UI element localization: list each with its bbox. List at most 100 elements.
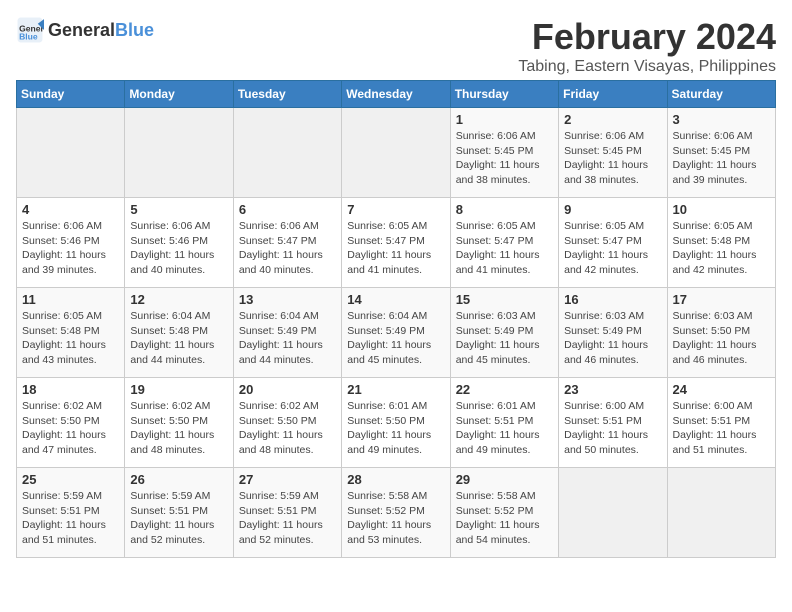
day-detail: Sunrise: 5:58 AMSunset: 5:52 PMDaylight:… [456, 489, 553, 548]
calendar-cell: 2 Sunrise: 6:06 AMSunset: 5:45 PMDaylight… [559, 108, 667, 198]
day-number: 17 [673, 292, 770, 307]
calendar-cell [17, 108, 125, 198]
day-number: 3 [673, 112, 770, 127]
calendar-cell: 5Sunrise: 6:06 AMSunset: 5:46 PMDaylight… [125, 198, 233, 288]
day-number: 25 [22, 472, 119, 487]
calendar-cell: 24 Sunrise: 6:00 AMSunset: 5:51 PMDayligh… [667, 378, 775, 468]
day-detail: Sunrise: 6:04 AMSunset: 5:49 PMDaylight:… [347, 309, 444, 368]
calendar-cell: 13 Sunrise: 6:04 AMSunset: 5:49 PMDayligh… [233, 288, 341, 378]
day-detail: Sunrise: 6:02 AMSunset: 5:50 PMDaylight:… [22, 399, 119, 458]
day-number: 9 [564, 202, 661, 217]
day-header-thursday: Thursday [450, 81, 558, 108]
day-detail: Sunrise: 6:00 AMSunset: 5:51 PMDaylight:… [673, 399, 770, 458]
day-detail: Sunrise: 5:59 AMSunset: 5:51 PMDaylight:… [130, 489, 227, 548]
day-detail: Sunrise: 6:01 AMSunset: 5:51 PMDaylight:… [456, 399, 553, 458]
day-detail: Sunrise: 6:02 AMSunset: 5:50 PMDaylight:… [130, 399, 227, 458]
day-header-wednesday: Wednesday [342, 81, 450, 108]
day-detail: Sunrise: 6:04 AMSunset: 5:49 PMDaylight:… [239, 309, 336, 368]
calendar-cell: 19 Sunrise: 6:02 AMSunset: 5:50 PMDayligh… [125, 378, 233, 468]
calendar-cell: 12 Sunrise: 6:04 AMSunset: 5:48 PMDayligh… [125, 288, 233, 378]
day-number: 19 [130, 382, 227, 397]
day-detail: Sunrise: 6:03 AMSunset: 5:50 PMDaylight:… [673, 309, 770, 368]
calendar-header: SundayMondayTuesdayWednesdayThursdayFrid… [17, 81, 776, 108]
day-number: 27 [239, 472, 336, 487]
week-row-2: 11 Sunrise: 6:05 AMSunset: 5:48 PMDayligh… [17, 288, 776, 378]
calendar-cell: 11 Sunrise: 6:05 AMSunset: 5:48 PMDayligh… [17, 288, 125, 378]
day-detail: Sunrise: 6:02 AMSunset: 5:50 PMDaylight:… [239, 399, 336, 458]
day-number: 10 [673, 202, 770, 217]
day-detail: Sunrise: 6:05 AMSunset: 5:47 PMDaylight:… [347, 219, 444, 278]
calendar-cell [667, 468, 775, 558]
day-detail: Sunrise: 6:05 AMSunset: 5:48 PMDaylight:… [22, 309, 119, 368]
day-detail: Sunrise: 6:06 AMSunset: 5:45 PMDaylight:… [564, 129, 661, 188]
calendar-cell: 22 Sunrise: 6:01 AMSunset: 5:51 PMDayligh… [450, 378, 558, 468]
calendar-cell: 15 Sunrise: 6:03 AMSunset: 5:49 PMDayligh… [450, 288, 558, 378]
day-header-friday: Friday [559, 81, 667, 108]
calendar-cell: 1Sunrise: 6:06 AMSunset: 5:45 PMDaylight… [450, 108, 558, 198]
day-detail: Sunrise: 6:06 AMSunset: 5:45 PMDaylight:… [456, 129, 553, 188]
day-detail: Sunrise: 6:00 AMSunset: 5:51 PMDaylight:… [564, 399, 661, 458]
calendar-cell [233, 108, 341, 198]
day-number: 21 [347, 382, 444, 397]
logo-general-text: GeneralBlue [48, 20, 154, 41]
calendar-cell: 26 Sunrise: 5:59 AMSunset: 5:51 PMDayligh… [125, 468, 233, 558]
calendar-cell: 18 Sunrise: 6:02 AMSunset: 5:50 PMDayligh… [17, 378, 125, 468]
title-area: February 2024 Tabing, Eastern Visayas, P… [518, 16, 776, 76]
day-number: 24 [673, 382, 770, 397]
day-number: 6 [239, 202, 336, 217]
month-year: February 2024 [518, 16, 776, 58]
day-number: 18 [22, 382, 119, 397]
calendar-cell [559, 468, 667, 558]
svg-text:Blue: Blue [19, 31, 38, 41]
calendar-cell: 21 Sunrise: 6:01 AMSunset: 5:50 PMDayligh… [342, 378, 450, 468]
calendar-cell [125, 108, 233, 198]
header: General Blue GeneralBlue February 2024 T… [16, 16, 776, 76]
day-detail: Sunrise: 6:05 AMSunset: 5:47 PMDaylight:… [456, 219, 553, 278]
day-header-monday: Monday [125, 81, 233, 108]
day-detail: Sunrise: 6:05 AMSunset: 5:47 PMDaylight:… [564, 219, 661, 278]
day-number: 13 [239, 292, 336, 307]
week-row-3: 18 Sunrise: 6:02 AMSunset: 5:50 PMDayligh… [17, 378, 776, 468]
calendar-body: 1Sunrise: 6:06 AMSunset: 5:45 PMDaylight… [17, 108, 776, 558]
calendar-cell: 17 Sunrise: 6:03 AMSunset: 5:50 PMDayligh… [667, 288, 775, 378]
calendar-cell: 16 Sunrise: 6:03 AMSunset: 5:49 PMDayligh… [559, 288, 667, 378]
day-header-tuesday: Tuesday [233, 81, 341, 108]
calendar-cell: 14Sunrise: 6:04 AMSunset: 5:49 PMDayligh… [342, 288, 450, 378]
logo-icon: General Blue [16, 16, 44, 44]
day-number: 15 [456, 292, 553, 307]
calendar-cell: 9 Sunrise: 6:05 AMSunset: 5:47 PMDaylight… [559, 198, 667, 288]
day-detail: Sunrise: 6:03 AMSunset: 5:49 PMDaylight:… [456, 309, 553, 368]
logo: General Blue GeneralBlue [16, 16, 154, 44]
week-row-1: 4 Sunrise: 6:06 AMSunset: 5:46 PMDaylight… [17, 198, 776, 288]
calendar-cell: 27 Sunrise: 5:59 AMSunset: 5:51 PMDayligh… [233, 468, 341, 558]
day-number: 16 [564, 292, 661, 307]
day-number: 29 [456, 472, 553, 487]
day-header-saturday: Saturday [667, 81, 775, 108]
day-detail: Sunrise: 6:06 AMSunset: 5:46 PMDaylight:… [22, 219, 119, 278]
day-detail: Sunrise: 6:03 AMSunset: 5:49 PMDaylight:… [564, 309, 661, 368]
location: Tabing, Eastern Visayas, Philippines [518, 58, 776, 76]
day-number: 4 [22, 202, 119, 217]
day-headers-row: SundayMondayTuesdayWednesdayThursdayFrid… [17, 81, 776, 108]
calendar-cell: 20Sunrise: 6:02 AMSunset: 5:50 PMDayligh… [233, 378, 341, 468]
calendar-cell: 8Sunrise: 6:05 AMSunset: 5:47 PMDaylight… [450, 198, 558, 288]
day-detail: Sunrise: 6:04 AMSunset: 5:48 PMDaylight:… [130, 309, 227, 368]
calendar-cell: 3Sunrise: 6:06 AMSunset: 5:45 PMDaylight… [667, 108, 775, 198]
calendar-cell: 4 Sunrise: 6:06 AMSunset: 5:46 PMDaylight… [17, 198, 125, 288]
calendar-cell: 6Sunrise: 6:06 AMSunset: 5:47 PMDaylight… [233, 198, 341, 288]
day-number: 7 [347, 202, 444, 217]
day-detail: Sunrise: 6:01 AMSunset: 5:50 PMDaylight:… [347, 399, 444, 458]
day-number: 22 [456, 382, 553, 397]
day-number: 26 [130, 472, 227, 487]
day-detail: Sunrise: 6:05 AMSunset: 5:48 PMDaylight:… [673, 219, 770, 278]
calendar-cell: 25Sunrise: 5:59 AMSunset: 5:51 PMDayligh… [17, 468, 125, 558]
day-number: 23 [564, 382, 661, 397]
day-number: 12 [130, 292, 227, 307]
day-detail: Sunrise: 6:06 AMSunset: 5:46 PMDaylight:… [130, 219, 227, 278]
calendar-cell: 29 Sunrise: 5:58 AMSunset: 5:52 PMDayligh… [450, 468, 558, 558]
day-header-sunday: Sunday [17, 81, 125, 108]
calendar-table: SundayMondayTuesdayWednesdayThursdayFrid… [16, 80, 776, 558]
day-detail: Sunrise: 5:59 AMSunset: 5:51 PMDaylight:… [239, 489, 336, 548]
day-number: 11 [22, 292, 119, 307]
day-number: 2 [564, 112, 661, 127]
